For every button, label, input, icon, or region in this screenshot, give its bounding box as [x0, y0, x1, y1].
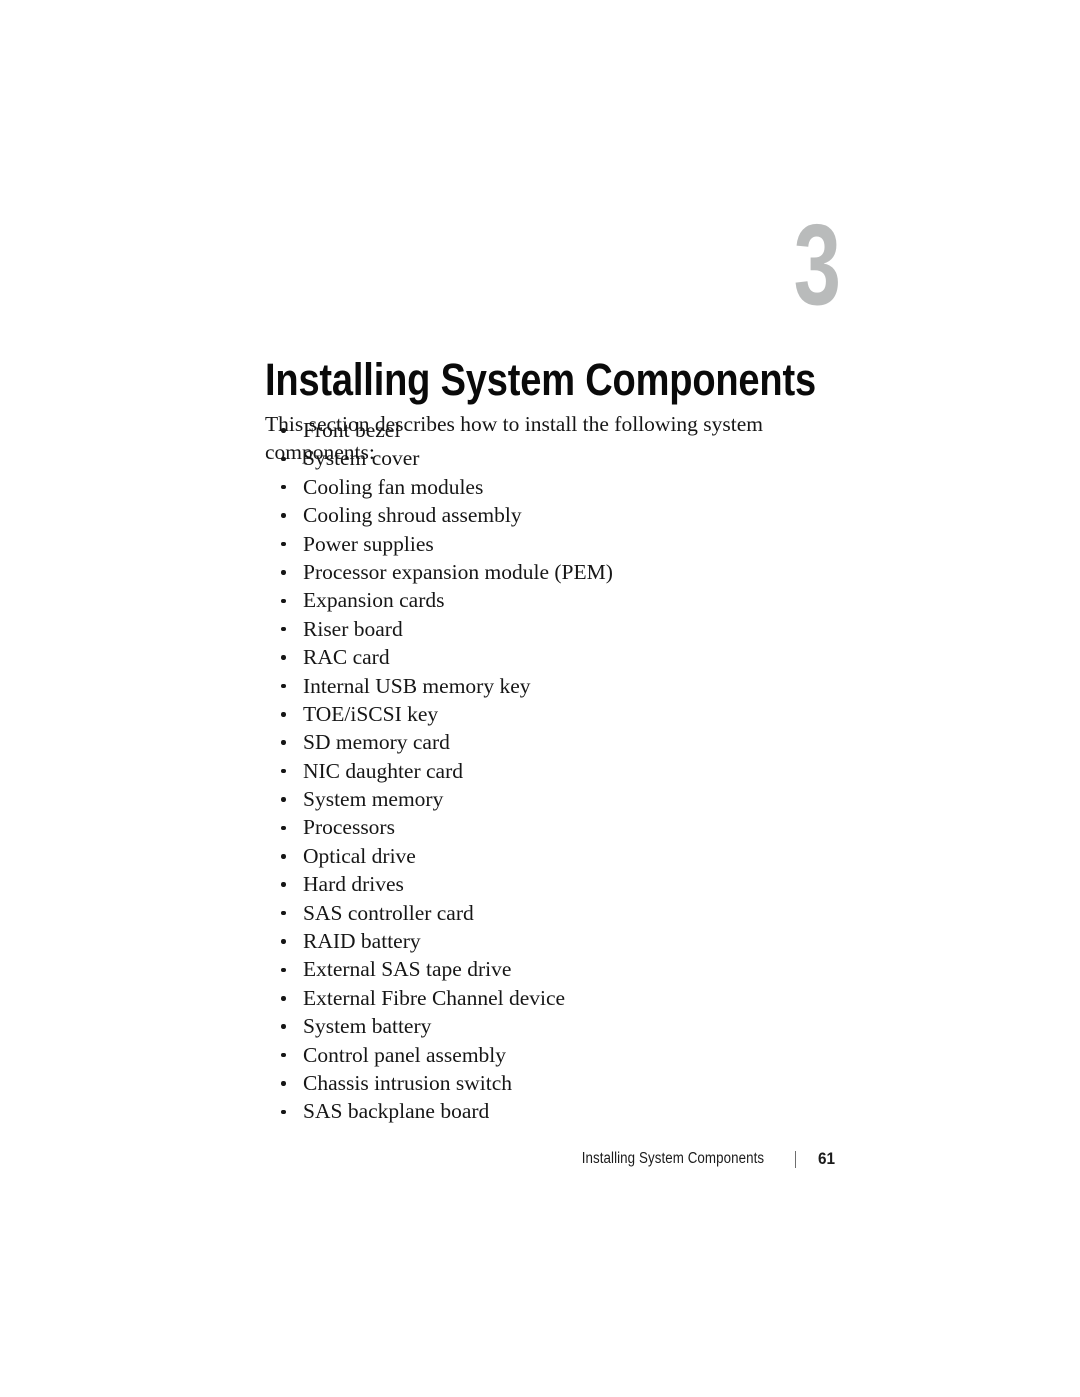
list-item: RAID battery — [265, 927, 825, 955]
list-item: External Fibre Channel device — [265, 984, 825, 1012]
component-list: Front bezel System cover Cooling fan mod… — [265, 416, 825, 1126]
list-item-label: Riser board — [303, 616, 403, 641]
list-item: Cooling shroud assembly — [265, 501, 825, 529]
chapter-number: 3 — [793, 201, 841, 329]
list-item: Front bezel — [265, 416, 825, 444]
bullet-icon — [281, 1109, 286, 1115]
bullet-icon — [281, 768, 286, 774]
list-item-label: Chassis intrusion switch — [303, 1070, 513, 1095]
list-item: SAS controller card — [265, 899, 825, 927]
bullet-icon — [281, 655, 286, 660]
bullet-icon — [281, 854, 286, 859]
bullet-icon — [281, 456, 286, 462]
bullet-icon — [281, 882, 286, 887]
list-item-label: Cooling shroud assembly — [303, 503, 522, 528]
list-item: Control panel assembly — [265, 1041, 825, 1069]
list-item: External SAS tape drive — [265, 955, 825, 983]
list-item-label: Cooling fan modules — [303, 474, 484, 499]
list-item-label: RAC card — [303, 645, 390, 670]
list-item: Processor expansion module (PEM) — [265, 558, 825, 586]
list-item: Processors — [265, 813, 825, 841]
page-footer: Installing System Components 61 — [0, 1146, 840, 1172]
bullet-icon — [281, 513, 286, 518]
bullet-icon — [281, 683, 286, 689]
list-item: SD memory card — [265, 728, 825, 756]
bullet-icon — [281, 428, 286, 433]
list-item: Riser board — [265, 615, 825, 643]
list-item-label: Expansion cards — [303, 588, 445, 613]
list-item: Hard drives — [265, 870, 825, 898]
list-item: Expansion cards — [265, 586, 825, 614]
list-item-label: SAS controller card — [303, 900, 474, 925]
list-item-label: NIC daughter card — [303, 758, 463, 783]
bullet-icon — [281, 712, 286, 717]
list-item-label: External Fibre Channel device — [303, 985, 566, 1010]
list-item-label: Power supplies — [303, 531, 434, 556]
list-item-label: System battery — [303, 1014, 432, 1039]
list-item-label: Optical drive — [303, 843, 416, 868]
list-item: TOE/iSCSI key — [265, 700, 825, 728]
bullet-icon — [281, 939, 286, 944]
list-item: Power supplies — [265, 530, 825, 558]
list-item: Chassis intrusion switch — [265, 1069, 825, 1097]
list-item: System cover — [265, 444, 825, 472]
bullet-icon — [281, 1024, 286, 1029]
footer-separator-icon — [794, 1150, 796, 1168]
bullet-icon — [281, 1052, 286, 1058]
bullet-icon — [281, 967, 286, 973]
bullet-icon — [281, 626, 286, 632]
list-item-label: Processors — [303, 815, 395, 840]
list-item-label: System memory — [303, 787, 444, 812]
bullet-icon — [281, 797, 286, 802]
list-item-label: SAS backplane board — [303, 1099, 490, 1124]
bullet-icon — [281, 825, 286, 831]
document-page: 3 Installing System Components This sect… — [0, 0, 1080, 1397]
list-item-label: Control panel assembly — [303, 1042, 507, 1067]
bullet-icon — [281, 910, 286, 916]
list-item: Cooling fan modules — [265, 473, 825, 501]
list-item-label: TOE/iSCSI key — [303, 701, 439, 726]
list-item: NIC daughter card — [265, 757, 825, 785]
bullet-icon — [281, 570, 286, 575]
bullet-icon — [281, 996, 286, 1001]
bullet-icon — [281, 1081, 286, 1086]
list-item: System memory — [265, 785, 825, 813]
page-number: 61 — [818, 1149, 836, 1168]
bullet-icon — [281, 598, 286, 604]
list-item-label: Front bezel — [303, 418, 401, 442]
bullet-icon — [281, 740, 286, 745]
list-item-label: Processor expansion module (PEM) — [303, 559, 613, 584]
list-item: Internal USB memory key — [265, 672, 825, 700]
list-item-label: System cover — [303, 446, 420, 471]
list-item-label: SD memory card — [303, 730, 450, 755]
list-item-label: External SAS tape drive — [303, 957, 512, 982]
list-item-label: RAID battery — [303, 929, 421, 954]
footer-chapter-title: Installing System Components — [582, 1150, 765, 1167]
page-title: Installing System Components — [265, 354, 816, 406]
list-item: System battery — [265, 1012, 825, 1040]
list-item-label: Hard drives — [303, 872, 404, 897]
bullet-icon — [281, 541, 286, 547]
bullet-icon — [281, 484, 286, 490]
list-item-label: Internal USB memory key — [303, 673, 531, 698]
list-item: RAC card — [265, 643, 825, 671]
list-item: Optical drive — [265, 842, 825, 870]
list-item: SAS backplane board — [265, 1097, 825, 1125]
